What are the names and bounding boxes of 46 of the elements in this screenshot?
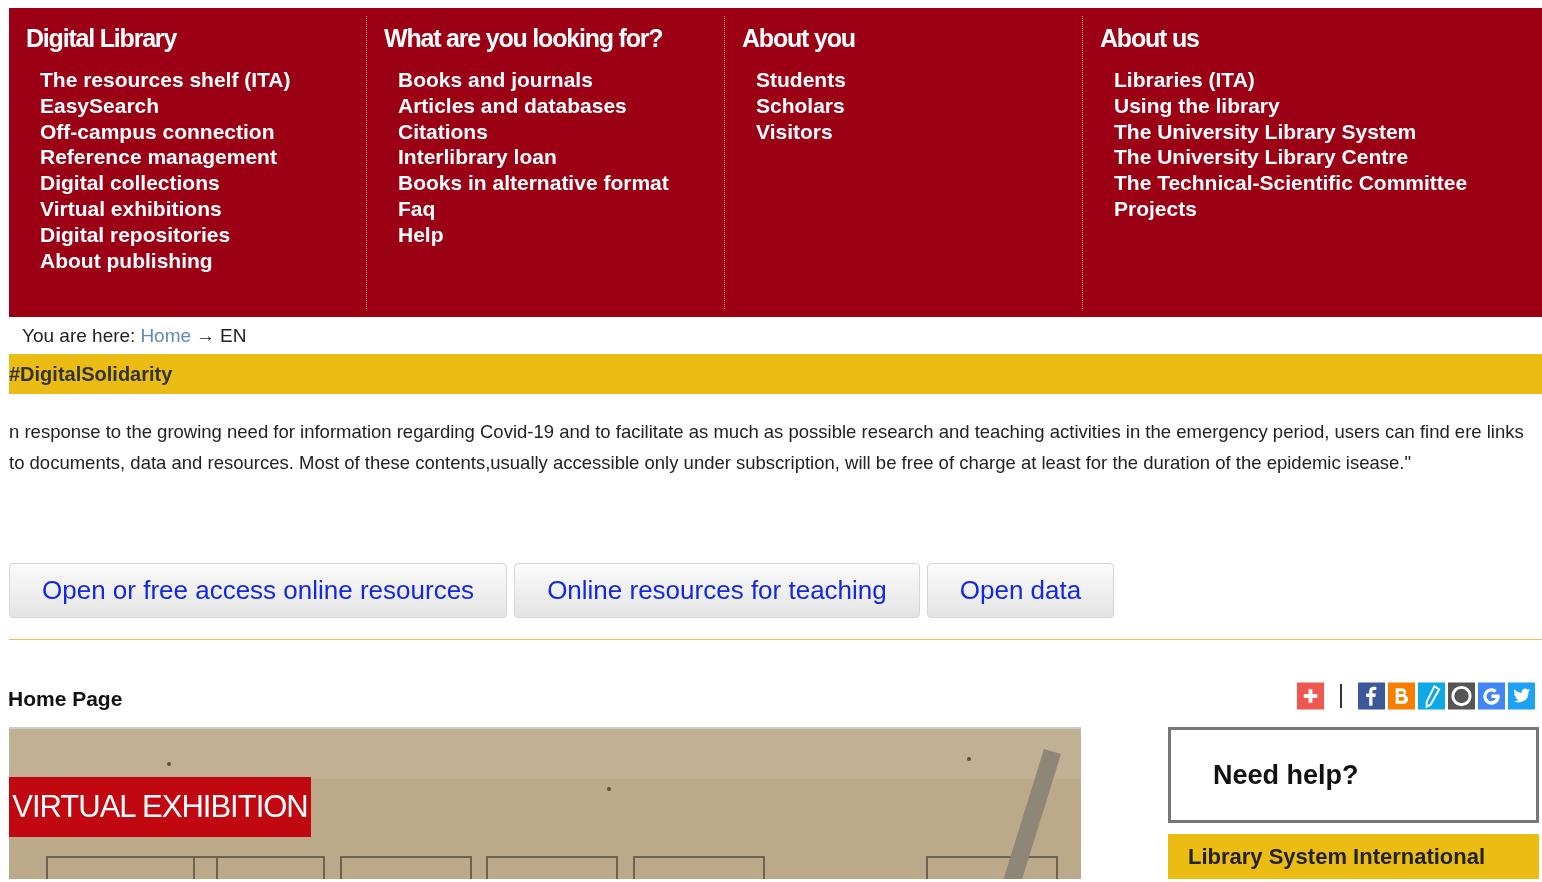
menu-heading: What are you looking for?: [384, 24, 664, 53]
menu-link[interactable]: EasySearch: [40, 92, 160, 119]
hashtag-banner: #DigitalSolidarity: [9, 354, 1542, 394]
menu-link[interactable]: Reference management: [40, 144, 277, 171]
sidebar-banner[interactable]: Library System International: [1168, 834, 1539, 879]
resource-button[interactable]: Open or free access online resources: [9, 563, 508, 618]
share-icon[interactable]: [1358, 682, 1385, 710]
menu-link[interactable]: Scholars: [756, 92, 845, 119]
section-title: Home Page: [8, 687, 123, 712]
menu-link[interactable]: Virtual exhibitions: [40, 196, 222, 222]
menu-link[interactable]: The resources shelf (ITA): [40, 67, 291, 93]
resource-button[interactable]: Open data: [926, 563, 1115, 618]
menu-link[interactable]: The Technical-Scientific Committee: [1114, 170, 1468, 196]
breadcrumb-link[interactable]: Home: [140, 324, 192, 347]
menu-link[interactable]: The University Library System: [1114, 118, 1417, 145]
menu-link[interactable]: Visitors: [756, 118, 833, 145]
menu-link[interactable]: Off-campus connection: [40, 118, 275, 145]
menu-link[interactable]: Articles and databases: [398, 92, 627, 119]
menu-heading: About you: [742, 24, 856, 53]
breadcrumb-arrow: →: [196, 324, 216, 347]
exhibition-label: VIRTUAL EXHIBITION: [9, 777, 311, 837]
breadcrumb-label: You are here:: [22, 324, 136, 347]
menu-link[interactable]: Interlibrary loan: [398, 144, 557, 171]
share-icon[interactable]: [1448, 682, 1475, 710]
resource-button[interactable]: Online resources for teaching: [514, 563, 920, 618]
menu-link[interactable]: Using the library: [1114, 92, 1280, 119]
menu-link[interactable]: Students: [756, 67, 846, 93]
breadcrumb-current: EN: [220, 324, 247, 347]
share-icon[interactable]: [1297, 682, 1324, 710]
help-box[interactable]: Need help?: [1168, 727, 1539, 823]
menu-link[interactable]: Citations: [398, 118, 488, 145]
help-title: Need help?: [1213, 759, 1359, 791]
menu-link[interactable]: Libraries (ITA): [1114, 67, 1255, 93]
menu-link[interactable]: Books in alternative format: [398, 170, 669, 196]
menu-link[interactable]: Projects: [1114, 196, 1197, 222]
menu-heading: Digital Library: [26, 24, 178, 53]
menu-link[interactable]: Faq: [398, 196, 436, 222]
intro-paragraph: n response to the growing need for information regarding Covid-19 and to facilitate as much as possible research and teaching activities in the emergency period, users can find ere links to documents, data and resources. Most of these contents,usually accessible only under subscription, will be free of charge at least for the duration of the epidemic isease.": [9, 420, 1525, 475]
menu-link[interactable]: Help: [398, 221, 444, 248]
menu-link[interactable]: Digital repositories: [40, 221, 231, 248]
share-icon[interactable]: [1478, 682, 1505, 710]
menu-link[interactable]: Digital collections: [40, 170, 220, 196]
menu-link[interactable]: Books and journals: [398, 67, 593, 93]
menu-link[interactable]: The University Library Centre: [1114, 144, 1409, 171]
menu-link[interactable]: About publishing: [40, 247, 213, 274]
menu-heading: About us: [1100, 24, 1200, 53]
